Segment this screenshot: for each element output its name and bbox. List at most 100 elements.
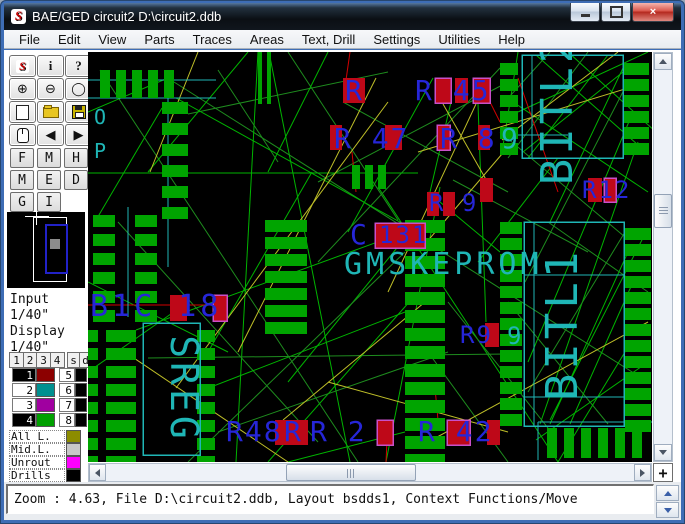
close-button[interactable]: × (632, 3, 674, 22)
layer-color-swatch-1[interactable] (36, 368, 55, 382)
vertical-scroll-thumb[interactable] (654, 194, 672, 228)
layer-color-swatch-8[interactable] (75, 413, 87, 427)
smd-pad (132, 70, 142, 98)
ref-label: BITL1 (537, 248, 588, 400)
menu-item-utilities[interactable]: Utilities (429, 30, 489, 49)
dip-pad (162, 186, 188, 198)
scroll-left-button[interactable] (89, 464, 106, 481)
dip-pad (162, 102, 188, 114)
message-scroll-up-button[interactable] (656, 485, 679, 501)
grid-scale-button-4[interactable]: 4 (50, 352, 65, 368)
layer-toggle-swatch-3[interactable] (66, 456, 81, 469)
mode-button-i-2[interactable]: I (37, 192, 61, 212)
mode-button-f-0[interactable]: F (10, 148, 34, 168)
mode-button-m-0[interactable]: M (37, 148, 61, 168)
dip-pad (265, 271, 307, 283)
layer-toggle-swatch-1[interactable] (66, 430, 81, 443)
layer-toggle-unrout[interactable]: Unrout (9, 456, 65, 469)
maximize-button[interactable] (601, 3, 631, 22)
smd-pad (598, 428, 608, 458)
step-back-button[interactable]: ◀ (37, 124, 64, 146)
zoom-in-button[interactable]: ⊕ (9, 78, 36, 100)
titlebar[interactable]: S BAE/GED circuit2 D:\circuit2.ddb × (4, 3, 681, 30)
layer-color-cell-7[interactable]: 7 (59, 398, 75, 412)
info-button[interactable]: i (37, 55, 64, 77)
status-text: Zoom : 4.63, File D:\circuit2.ddb, Layou… (14, 492, 578, 507)
layer-color-swatch-6[interactable] (75, 383, 87, 397)
layer-color-swatch-7[interactable] (75, 398, 87, 412)
ref-label: R 42 (418, 415, 493, 448)
dip-pad (500, 350, 522, 362)
pcb-canvas[interactable]: R 45RR 47R 89R 9R12C131GMSKEPROMB1C 18R9… (88, 52, 652, 462)
scroll-up-button[interactable] (654, 53, 672, 70)
layer-toggle-alll[interactable]: All L. (9, 430, 65, 443)
dip-pad (93, 253, 115, 265)
mode-button-m-1[interactable]: M (10, 170, 34, 190)
layer-toggle-swatch-4[interactable] (66, 469, 81, 482)
layer-color-cell-3[interactable]: 3 (12, 398, 36, 412)
dip-pad (625, 292, 651, 304)
zoom-plus-button[interactable]: + (653, 463, 673, 482)
dip-pad (106, 366, 136, 378)
smd-pad (352, 165, 360, 189)
mode-button-e-1[interactable]: E (37, 170, 61, 190)
down-arrow-icon (664, 508, 672, 513)
layer-toggle-midl[interactable]: Mid.L. (9, 443, 65, 456)
ref-label: 9 (507, 322, 523, 350)
scroll-right-button[interactable] (634, 464, 651, 481)
layer-color-swatch-4[interactable] (36, 413, 55, 427)
menu-item-settings[interactable]: Settings (364, 30, 429, 49)
dip-pad (623, 143, 649, 155)
vertical-scrollbar[interactable] (653, 52, 673, 462)
menu-item-traces[interactable]: Traces (184, 30, 241, 49)
menu-item-edit[interactable]: Edit (49, 30, 89, 49)
layer-toggle-drills[interactable]: Drills (9, 469, 65, 482)
mode-button-g-2[interactable]: G (10, 192, 34, 212)
layer-color-cell-8[interactable]: 8 (59, 413, 75, 427)
dip-pad (625, 324, 651, 336)
message-scroll-down-button[interactable] (656, 502, 679, 518)
status-message-box: Zoom : 4.63, File D:\circuit2.ddb, Layou… (6, 484, 654, 514)
horizontal-scrollbar[interactable] (88, 463, 652, 482)
zoom-out-button[interactable]: ⊖ (37, 78, 64, 100)
mode-button-h-0[interactable]: H (64, 148, 88, 168)
dip-pad (88, 384, 98, 396)
dip-pad (93, 234, 115, 246)
dip-pad (500, 398, 522, 410)
scroll-down-button[interactable] (654, 444, 672, 461)
dip-pad (88, 330, 98, 342)
dip-pad (162, 123, 188, 135)
horizontal-scroll-thumb[interactable] (286, 464, 416, 481)
minimize-button[interactable] (570, 3, 600, 22)
dip-pad (405, 292, 445, 305)
menu-item-text-drill[interactable]: Text, Drill (293, 30, 364, 49)
menu-item-view[interactable]: View (89, 30, 135, 49)
maximize-icon (610, 6, 623, 18)
pan-button[interactable] (9, 124, 36, 146)
open-file-button[interactable] (37, 101, 64, 123)
layer-color-swatch-2[interactable] (36, 383, 55, 397)
smd-pad (148, 70, 158, 98)
thumb-grip-icon (659, 207, 668, 215)
ref-label: B1C 18 (90, 289, 222, 324)
layer-color-swatch-3[interactable] (36, 398, 55, 412)
dip-pad (500, 222, 522, 234)
menu-item-areas[interactable]: Areas (241, 30, 293, 49)
bae-logo-button[interactable]: S (9, 55, 36, 77)
menu-item-parts[interactable]: Parts (135, 30, 183, 49)
layer-color-cell-5[interactable]: 5 (59, 368, 75, 382)
dip-pad (197, 456, 215, 462)
layer-color-cell-1[interactable]: 1 (12, 368, 36, 382)
smd-pad (615, 428, 625, 458)
menu-item-file[interactable]: File (10, 30, 49, 49)
layer-color-cell-4[interactable]: 4 (12, 413, 36, 427)
layer-toggle-swatch-2[interactable] (66, 443, 81, 456)
new-file-button[interactable] (9, 101, 36, 123)
design-overview[interactable] (7, 212, 85, 288)
layer-color-swatch-5[interactable] (75, 368, 87, 382)
layer-color-cell-6[interactable]: 6 (59, 383, 75, 397)
mode-button-d-1[interactable]: D (64, 170, 88, 190)
layer-color-cell-2[interactable]: 2 (12, 383, 36, 397)
smd-pad (116, 70, 126, 98)
menu-item-help[interactable]: Help (489, 30, 534, 49)
